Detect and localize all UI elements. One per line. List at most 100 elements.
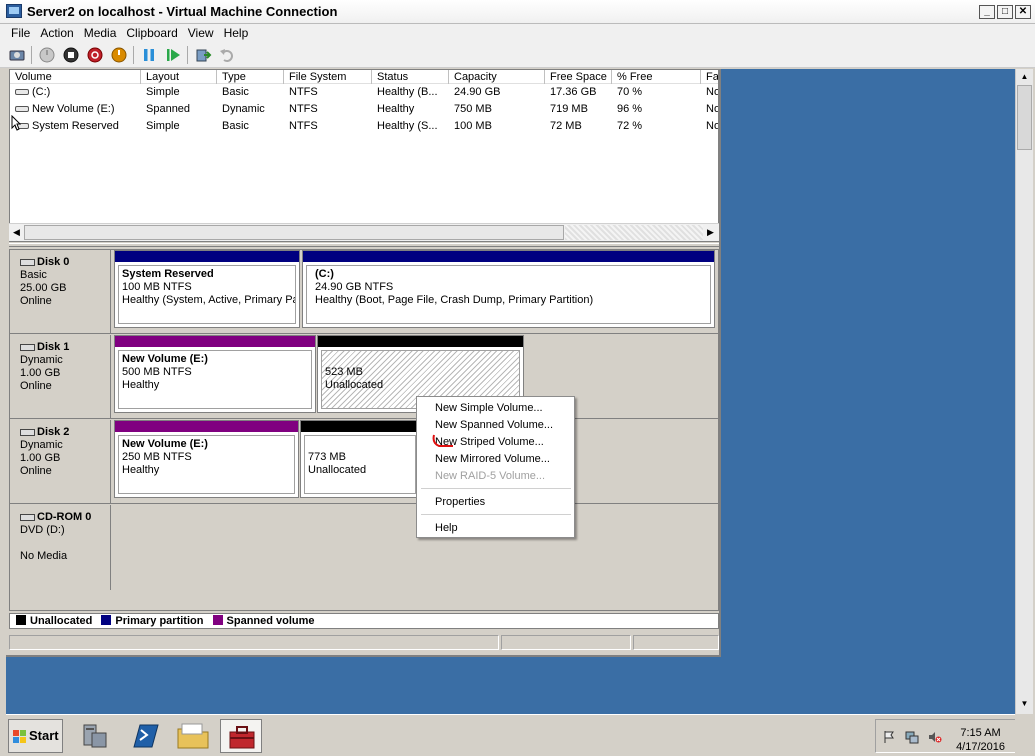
volume-fs: NTFS — [289, 120, 318, 132]
cdrom-0-info[interactable]: CD-ROM 0 DVD (D:) No Media — [10, 505, 111, 590]
minimize-button[interactable]: _ — [979, 5, 995, 19]
save-state-icon[interactable] — [110, 46, 128, 64]
menu-action[interactable]: Action — [35, 24, 78, 41]
pause-icon[interactable] — [140, 46, 158, 64]
volume-free: 72 MB — [550, 120, 582, 132]
disk-row: Disk 1 Dynamic 1.00 GB Online New Volume… — [10, 335, 718, 419]
unallocated-space-disk2[interactable]: 773 MB Unallocated — [300, 420, 420, 498]
vm-connection-window: Server2 on localhost - Virtual Machine C… — [0, 0, 1035, 756]
horizontal-scrollbar[interactable]: ◀ ▶ — [9, 223, 719, 241]
partition-title: New Volume (E:) — [122, 353, 208, 365]
volume-fs: NTFS — [289, 103, 318, 115]
clock-date: 4/17/2016 — [956, 741, 1005, 753]
menu-properties[interactable]: Properties — [435, 494, 485, 510]
action-center-flag-icon[interactable] — [882, 730, 896, 744]
partition-status: Healthy — [122, 379, 160, 391]
partition-system-reserved[interactable]: System Reserved 100 MB NTFS Healthy (Sys… — [114, 250, 300, 328]
disk-type: Dynamic — [20, 439, 63, 451]
menu-new-spanned-volume[interactable]: New Spanned Volume... — [435, 417, 553, 433]
col-type[interactable]: Type — [217, 70, 284, 84]
disk-1-info[interactable]: Disk 1 Dynamic 1.00 GB Online — [10, 335, 111, 418]
scroll-down-arrow-icon[interactable]: ▼ — [1019, 699, 1030, 710]
menu-file[interactable]: File — [6, 24, 35, 41]
turn-off-icon[interactable] — [62, 46, 80, 64]
close-button[interactable]: ✕ — [1015, 5, 1031, 19]
server-manager-icon[interactable] — [76, 719, 118, 753]
menu-clipboard[interactable]: Clipboard — [121, 24, 182, 41]
h-scroll-thumb[interactable] — [24, 225, 564, 240]
menu-new-raid5-volume: New RAID-5 Volume... — [435, 470, 546, 482]
network-icon[interactable] — [905, 730, 919, 744]
menu-help[interactable]: Help — [219, 24, 254, 41]
partition-c[interactable]: (C:) 24.90 GB NTFS Healthy (Boot, Page F… — [302, 250, 715, 328]
system-clock[interactable]: 7:15 AM 4/17/2016 — [956, 726, 1005, 754]
shutdown-icon[interactable] — [86, 46, 104, 64]
title-bar: Server2 on localhost - Virtual Machine C… — [0, 0, 1035, 24]
col-file-system[interactable]: File System — [284, 70, 372, 84]
drive-icon — [15, 89, 29, 96]
partition-title: (C:) — [315, 268, 334, 280]
spanned-volume-bar — [115, 336, 315, 347]
col-volume[interactable]: Volume — [10, 70, 141, 84]
scroll-right-arrow-icon[interactable]: ▶ — [704, 226, 717, 239]
window-title: Server2 on localhost - Virtual Machine C… — [27, 4, 338, 19]
legend-swatch-unallocated — [16, 615, 26, 625]
ctrl-alt-del-icon[interactable] — [8, 46, 26, 64]
revert-icon[interactable] — [218, 46, 236, 64]
scroll-thumb[interactable] — [1017, 85, 1032, 150]
col-percent-free[interactable]: % Free — [612, 70, 701, 84]
col-status[interactable]: Status — [372, 70, 449, 84]
col-capacity[interactable]: Capacity — [449, 70, 545, 84]
status-pane — [9, 635, 499, 650]
table-row[interactable]: System Reserved Simple Basic NTFS Health… — [10, 118, 718, 135]
unallocated-label: Unallocated — [308, 464, 367, 476]
context-menu: New Simple Volume... New Spanned Volume.… — [416, 396, 575, 538]
col-layout[interactable]: Layout — [141, 70, 217, 84]
maximize-button[interactable]: □ — [997, 5, 1013, 19]
table-row[interactable]: New Volume (E:) Spanned Dynamic NTFS Hea… — [10, 101, 718, 118]
volume-type: Dynamic — [222, 103, 265, 115]
volume-fault-tolerance: No — [706, 103, 718, 115]
menu-media[interactable]: Media — [79, 24, 122, 41]
col-free-space[interactable]: Free Space — [545, 70, 612, 84]
scroll-left-arrow-icon[interactable]: ◀ — [10, 226, 23, 239]
checkpoint-icon[interactable] — [194, 46, 212, 64]
annotation-underline-mark — [432, 434, 453, 447]
resume-icon[interactable] — [164, 46, 182, 64]
partition-status: Healthy (System, Active, Primary Pa — [122, 294, 296, 306]
disk-icon — [20, 343, 35, 351]
disk-state: No Media — [20, 550, 68, 562]
start-button[interactable]: Start — [8, 719, 63, 753]
menu-new-mirrored-volume[interactable]: New Mirrored Volume... — [435, 451, 550, 467]
menu-separator — [421, 514, 571, 515]
disk-management-taskbar-button[interactable] — [220, 719, 262, 753]
menu-new-simple-volume[interactable]: New Simple Volume... — [435, 400, 543, 416]
menu-view[interactable]: View — [183, 24, 219, 41]
volume-layout: Simple — [146, 120, 180, 132]
powershell-icon[interactable] — [124, 719, 166, 753]
table-row[interactable]: (C:) Simple Basic NTFS Healthy (B... 24.… — [10, 84, 718, 101]
pane-splitter[interactable] — [9, 243, 719, 247]
partition-new-volume-e[interactable]: New Volume (E:) 250 MB NTFS Healthy — [114, 420, 299, 498]
disk-2-info[interactable]: Disk 2 Dynamic 1.00 GB Online — [10, 420, 111, 503]
disk-type: DVD (D:) — [20, 524, 65, 536]
disk-icon — [20, 258, 35, 266]
menu-separator — [421, 488, 571, 489]
disk-0-info[interactable]: Disk 0 Basic 25.00 GB Online — [10, 250, 111, 333]
unallocated-size: 523 MB — [325, 366, 363, 378]
volume-muted-icon[interactable] — [928, 730, 942, 744]
volume-fault-tolerance: No — [706, 120, 718, 132]
partition-new-volume-e[interactable]: New Volume (E:) 500 MB NTFS Healthy — [114, 335, 316, 413]
partition-status: Healthy — [122, 464, 160, 476]
legend-unallocated: Unallocated — [30, 615, 93, 627]
disk-size: 1.00 GB — [20, 367, 61, 379]
col-fault-tolerance[interactable]: Fa — [701, 70, 718, 84]
scroll-up-arrow-icon[interactable]: ▲ — [1019, 72, 1030, 83]
legend-swatch-spanned — [212, 615, 223, 625]
unallocated-size: 773 MB — [308, 451, 346, 463]
status-pane — [633, 635, 719, 650]
start-vm-icon[interactable] — [38, 46, 56, 64]
vertical-scrollbar[interactable]: ▲ ▼ — [1015, 69, 1033, 714]
menu-help[interactable]: Help — [435, 520, 458, 536]
explorer-folder-icon[interactable] — [172, 719, 214, 753]
